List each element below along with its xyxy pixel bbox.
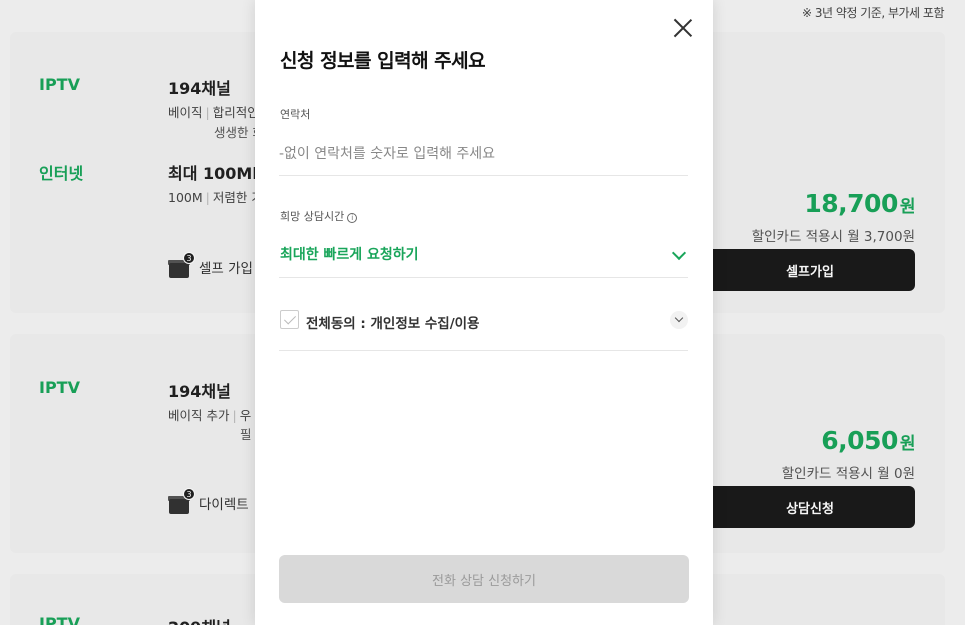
close-icon[interactable] bbox=[669, 14, 697, 42]
consult-time-value: 최대한 빠르게 요청하기 bbox=[280, 247, 419, 263]
consult-time-select[interactable]: 최대한 빠르게 요청하기 bbox=[279, 230, 688, 278]
agree-all-row: 전체동의 : 개인정보 수집/이용 bbox=[279, 300, 688, 351]
expand-terms-icon[interactable] bbox=[670, 311, 688, 329]
agree-all-text[interactable]: 전체동의 : 개인정보 수집/이용 bbox=[306, 312, 479, 332]
submit-call-consult-button[interactable]: 전화 상담 신청하기 bbox=[279, 555, 689, 603]
modal-title: 신청 정보를 입력해 주세요 bbox=[280, 50, 486, 72]
info-icon[interactable]: i bbox=[347, 213, 358, 223]
application-modal: 신청 정보를 입력해 주세요 연락처 희망 상담시간i 최대한 빠르게 요청하기… bbox=[255, 0, 713, 625]
phone-label: 연락처 bbox=[280, 108, 311, 121]
agree-all-checkbox[interactable] bbox=[280, 310, 299, 329]
chevron-down-icon bbox=[671, 245, 687, 261]
consult-time-label: 희망 상담시간 i bbox=[280, 208, 358, 224]
phone-input[interactable] bbox=[279, 132, 688, 176]
